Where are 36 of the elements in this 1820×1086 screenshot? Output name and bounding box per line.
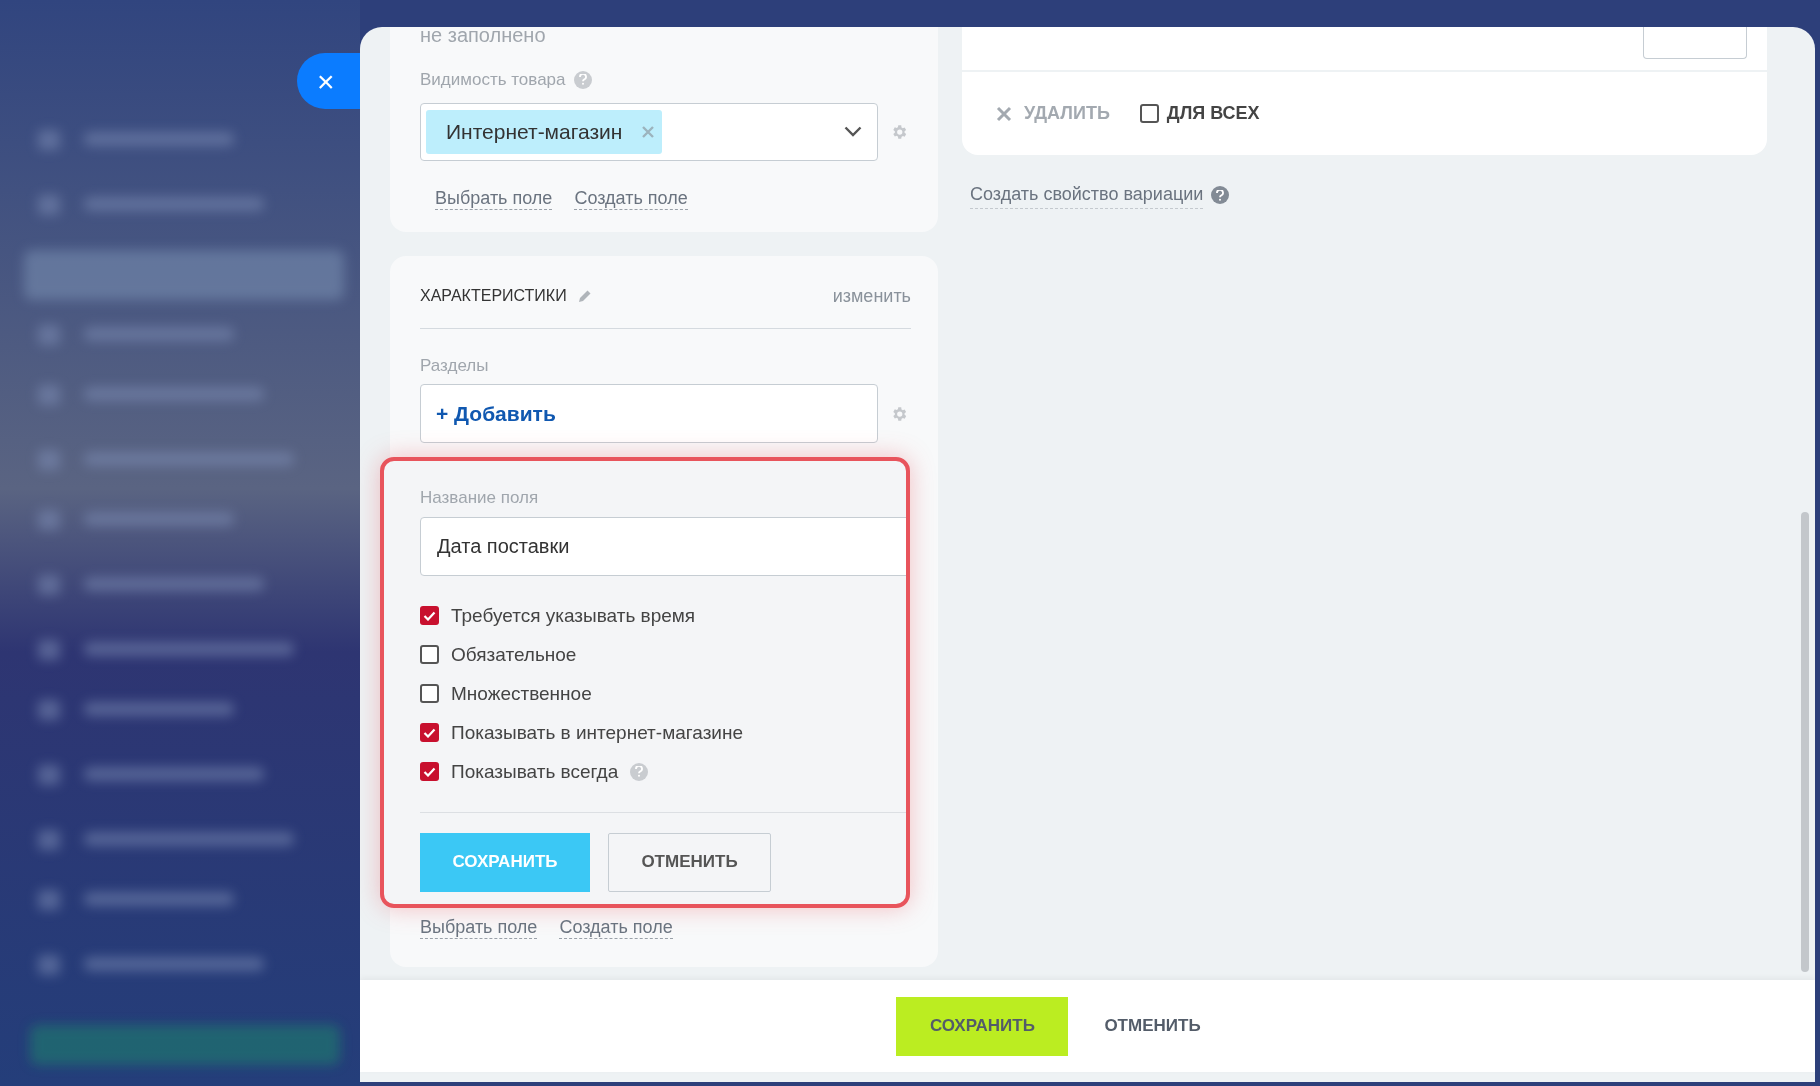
chevron-down-icon[interactable] (844, 126, 862, 137)
checkbox-label: ДЛЯ ВСЕХ (1166, 102, 1260, 125)
dashed-link[interactable]: Создать поле (559, 915, 673, 939)
dashed-link[interactable]: Создать поле (574, 186, 688, 210)
checkbox[interactable] (420, 645, 439, 664)
checkbox[interactable] (420, 723, 439, 742)
cancel-button[interactable]: ОТМЕНИТЬ (608, 832, 771, 892)
checkbox[interactable] (420, 762, 439, 781)
checkbox[interactable] (420, 606, 439, 625)
cancel-button[interactable]: ОТМЕНИТЬ (1086, 996, 1219, 1056)
field-label: Разделы (420, 354, 490, 377)
section-title: ХАРАКТЕРИСТИКИ (420, 286, 567, 306)
create-variation-link[interactable]: Создать свойство вариации (970, 181, 1204, 209)
field-label: Видимость товара (420, 69, 566, 91)
save-button[interactable]: СОХРАНИТЬ (896, 996, 1069, 1056)
checkbox-label: Обязательное (451, 644, 577, 665)
checkbox-label: Требуется указывать время (451, 605, 696, 626)
delete-button[interactable]: УДАЛИТЬ (996, 100, 1110, 127)
dashed-link[interactable]: Выбрать поле (435, 186, 553, 210)
add-section-button[interactable]: + Добавить (420, 384, 878, 443)
field-name-input[interactable]: Дата поставки (420, 516, 906, 576)
help-icon[interactable] (1211, 186, 1230, 204)
field-value-text: не заполнено (420, 27, 547, 47)
close-icon (996, 105, 1012, 122)
visibility-select[interactable]: Интернет-магазин (420, 102, 878, 161)
dashed-link[interactable]: Выбрать поле (420, 915, 538, 939)
pencil-icon[interactable] (576, 288, 592, 304)
checkbox[interactable] (420, 684, 439, 703)
remove-icon[interactable] (642, 125, 655, 138)
tag-label: Интернет-магазин (446, 118, 623, 145)
checkbox[interactable] (1139, 104, 1159, 123)
edit-link[interactable]: изменить (832, 282, 911, 310)
checkbox-label: Показывать всегда (451, 761, 619, 782)
checkbox-label: Показывать в интернет-магазине (451, 722, 744, 743)
field-label: Название поля (420, 487, 540, 509)
checkbox-label: Множественное (451, 683, 592, 704)
